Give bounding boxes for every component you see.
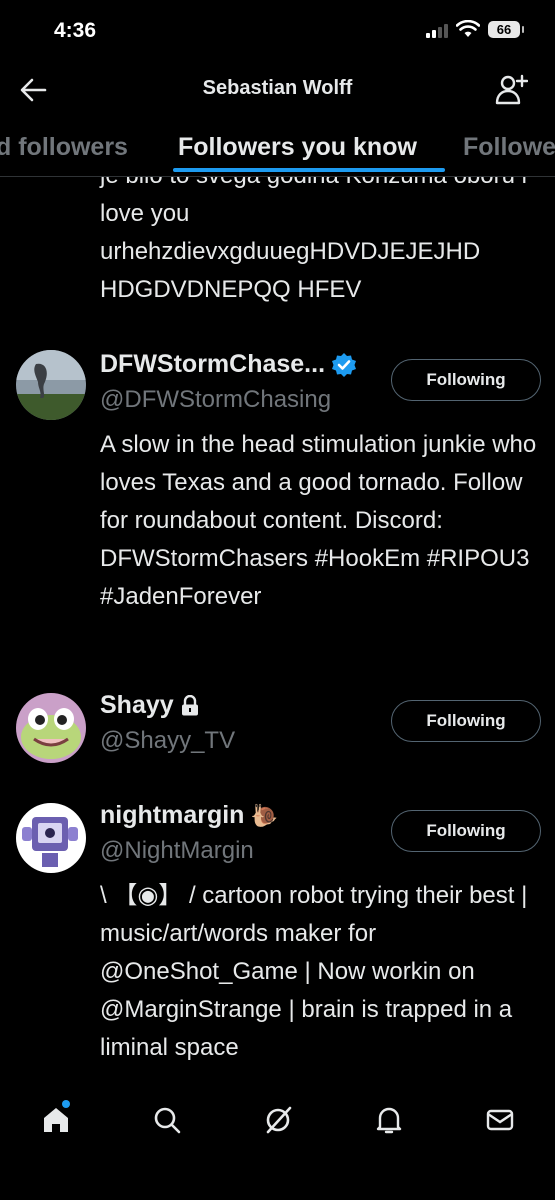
status-bar: 4:36 66: [0, 0, 555, 62]
follower-tabs: d followers Followers you know Followe: [0, 124, 555, 177]
list-item[interactable]: nightmargin 🐌 @NightMargin Following \ 【…: [0, 801, 555, 1071]
lock-icon: [181, 694, 198, 715]
messages-icon[interactable]: [484, 1104, 516, 1136]
tab-verified-followers[interactable]: d followers: [0, 133, 128, 162]
notifications-icon[interactable]: [373, 1104, 405, 1136]
verified-badge-icon: [332, 352, 357, 377]
wifi-icon: [456, 20, 480, 37]
tab-followers-you-know[interactable]: Followers you know: [178, 133, 417, 162]
followers-list[interactable]: je bilo to svega godina Konzuma oboru i …: [0, 177, 555, 1080]
signal-icon: [426, 24, 448, 38]
page-title: Sebastian Wolff: [202, 77, 353, 99]
user-bio: A slow in the head stimulation junkie wh…: [100, 431, 537, 610]
user-handle: @NightMargin: [100, 837, 254, 864]
user-display-name[interactable]: DFWStormChase...: [100, 350, 357, 379]
list-item[interactable]: Shayy @Shayy_TV Following: [0, 691, 555, 771]
profile-header: Sebastian Wolff: [0, 62, 555, 118]
bottom-navigation: [0, 1080, 555, 1200]
home-icon[interactable]: [40, 1104, 72, 1136]
grok-icon[interactable]: [262, 1104, 294, 1136]
user-name-text: Shayy: [100, 691, 174, 719]
search-icon[interactable]: [151, 1104, 183, 1136]
user-handle: @Shayy_TV: [100, 727, 236, 754]
list-item[interactable]: DFWStormChase... @DFWStormChasing Follow…: [0, 350, 555, 660]
following-button[interactable]: Following: [391, 810, 541, 852]
active-tab-indicator: [173, 168, 445, 172]
previous-user-bio: je bilo to svega godina Konzuma oboru i …: [100, 177, 527, 303]
following-button[interactable]: Following: [391, 700, 541, 742]
user-display-name[interactable]: Shayy: [100, 691, 200, 720]
battery-indicator: 66: [488, 21, 524, 38]
user-display-name[interactable]: nightmargin 🐌: [100, 801, 278, 830]
snail-emoji-icon: 🐌: [250, 802, 278, 828]
notification-dot: [62, 1100, 70, 1108]
user-name-text: DFWStormChase...: [100, 350, 326, 378]
tab-followers[interactable]: Followe: [463, 133, 555, 162]
avatar[interactable]: [16, 350, 86, 420]
status-time: 4:36: [54, 19, 97, 42]
user-bio: \ 【◉】 / cartoon robot trying their best …: [100, 882, 528, 1061]
avatar[interactable]: [16, 803, 86, 873]
following-button[interactable]: Following: [391, 359, 541, 401]
avatar[interactable]: [16, 693, 86, 763]
user-handle: @DFWStormChasing: [100, 386, 332, 413]
add-user-icon[interactable]: [494, 73, 528, 107]
user-name-text: nightmargin: [100, 801, 245, 829]
